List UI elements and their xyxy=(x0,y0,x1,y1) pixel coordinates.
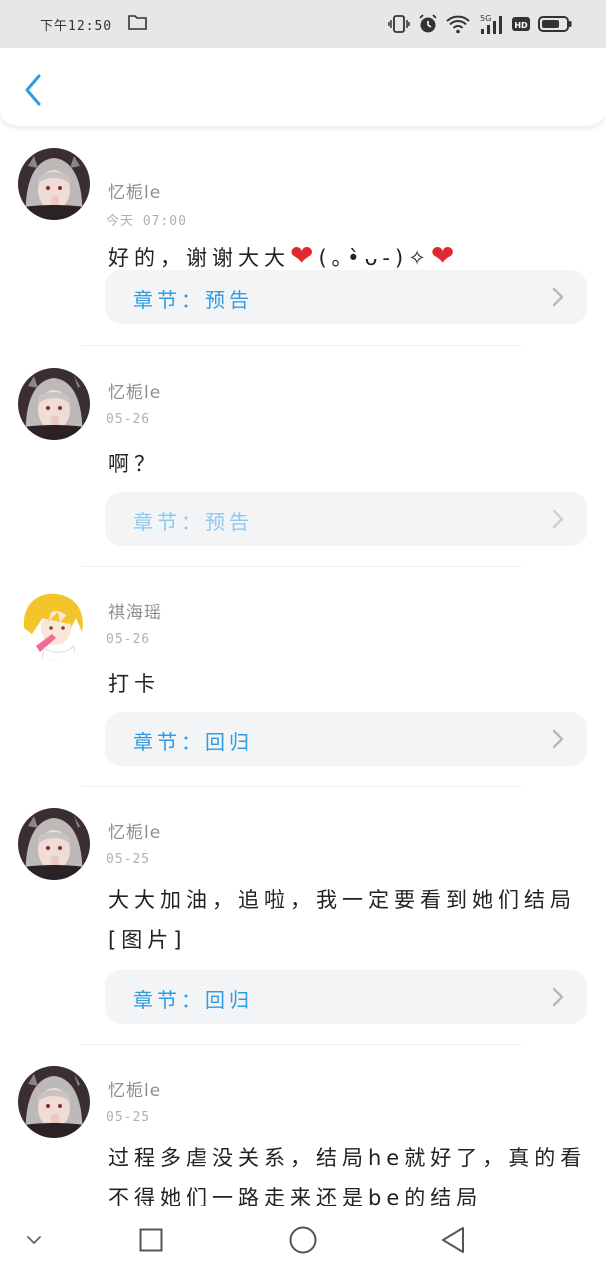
gray-hair-girl-avatar-icon xyxy=(18,808,90,880)
chapter-label: 章节：回归 xyxy=(133,988,253,1012)
username: 忆栀le xyxy=(108,1081,162,1101)
timestamp: 今天 07:00 xyxy=(106,214,187,229)
nav-header xyxy=(0,48,606,126)
chapter-link[interactable]: 章节：预告 xyxy=(105,492,587,546)
avatar[interactable] xyxy=(18,368,90,440)
square-icon[interactable] xyxy=(139,1228,163,1252)
comment-text: 大大加油，追啦，我一定要看到她们结局[图片] xyxy=(108,888,576,952)
chevron-right-icon xyxy=(552,287,564,307)
avatar[interactable] xyxy=(18,1066,90,1138)
timestamp: 05-25 xyxy=(106,852,151,867)
username: 祺海瑶 xyxy=(108,603,162,623)
cellular-signal-icon: 5G xyxy=(480,14,502,34)
chevron-right-icon xyxy=(552,729,564,749)
timestamp: 05-26 xyxy=(106,632,151,647)
avatar[interactable] xyxy=(18,148,90,220)
status-icons: 5G HD xyxy=(388,12,572,36)
alarm-icon xyxy=(419,14,437,33)
divider xyxy=(82,786,522,787)
timestamp: 05-25 xyxy=(106,1110,151,1125)
comment-text: 啊？ xyxy=(108,452,160,476)
chapter-link[interactable]: 章节：回归 xyxy=(105,712,587,766)
chevron-down-icon[interactable] xyxy=(26,1234,42,1246)
status-time: 下午12:50 xyxy=(40,19,113,34)
blonde-hair-girl-avatar-icon xyxy=(18,588,90,660)
username: 忆栀le xyxy=(108,383,162,403)
chapter-link[interactable]: 章节：预告 xyxy=(105,270,587,324)
hd-icon: HD xyxy=(512,17,530,31)
chapter-link[interactable]: 章节：回归 xyxy=(105,970,587,1024)
folder-icon xyxy=(128,15,147,30)
battery-icon xyxy=(538,16,572,32)
username: 忆栀le xyxy=(108,823,162,843)
avatar[interactable] xyxy=(18,808,90,880)
divider xyxy=(82,566,522,567)
chapter-label: 章节：预告 xyxy=(133,288,253,312)
chevron-right-icon xyxy=(552,987,564,1007)
avatar[interactable] xyxy=(18,588,90,660)
back-button[interactable] xyxy=(16,72,50,108)
timestamp: 05-26 xyxy=(106,412,151,427)
comment-list: 忆栀le 今天 07:00 好的，谢谢大大❤️(｡•̀ᴗ-)✧❤️ 章节：预告 xyxy=(0,126,606,1206)
gray-hair-girl-avatar-icon xyxy=(18,368,90,440)
comment-text: 过程多虐没关系，结局he就好了，真的看不得她们一路走来还是be的结局 xyxy=(108,1146,587,1206)
circle-icon[interactable] xyxy=(289,1226,317,1254)
gray-hair-girl-avatar-icon xyxy=(18,148,90,220)
system-nav-bar xyxy=(0,1208,606,1280)
chapter-label: 章节：预告 xyxy=(133,510,253,534)
gray-hair-girl-avatar-icon xyxy=(18,1066,90,1138)
triangle-back-icon[interactable] xyxy=(441,1226,465,1254)
chapter-label: 章节：回归 xyxy=(133,730,253,754)
network-label: 5G xyxy=(480,14,491,23)
wifi-icon xyxy=(446,15,470,34)
username: 忆栀le xyxy=(108,183,162,203)
divider xyxy=(82,1044,522,1045)
comment-text: 打卡 xyxy=(108,672,160,696)
divider xyxy=(82,345,522,346)
chevron-left-icon xyxy=(25,74,41,106)
status-bar: 下午12:50 5G HD xyxy=(0,0,606,48)
chevron-right-icon xyxy=(552,509,564,529)
vibrate-icon xyxy=(388,15,410,33)
hd-label: HD xyxy=(514,21,528,30)
